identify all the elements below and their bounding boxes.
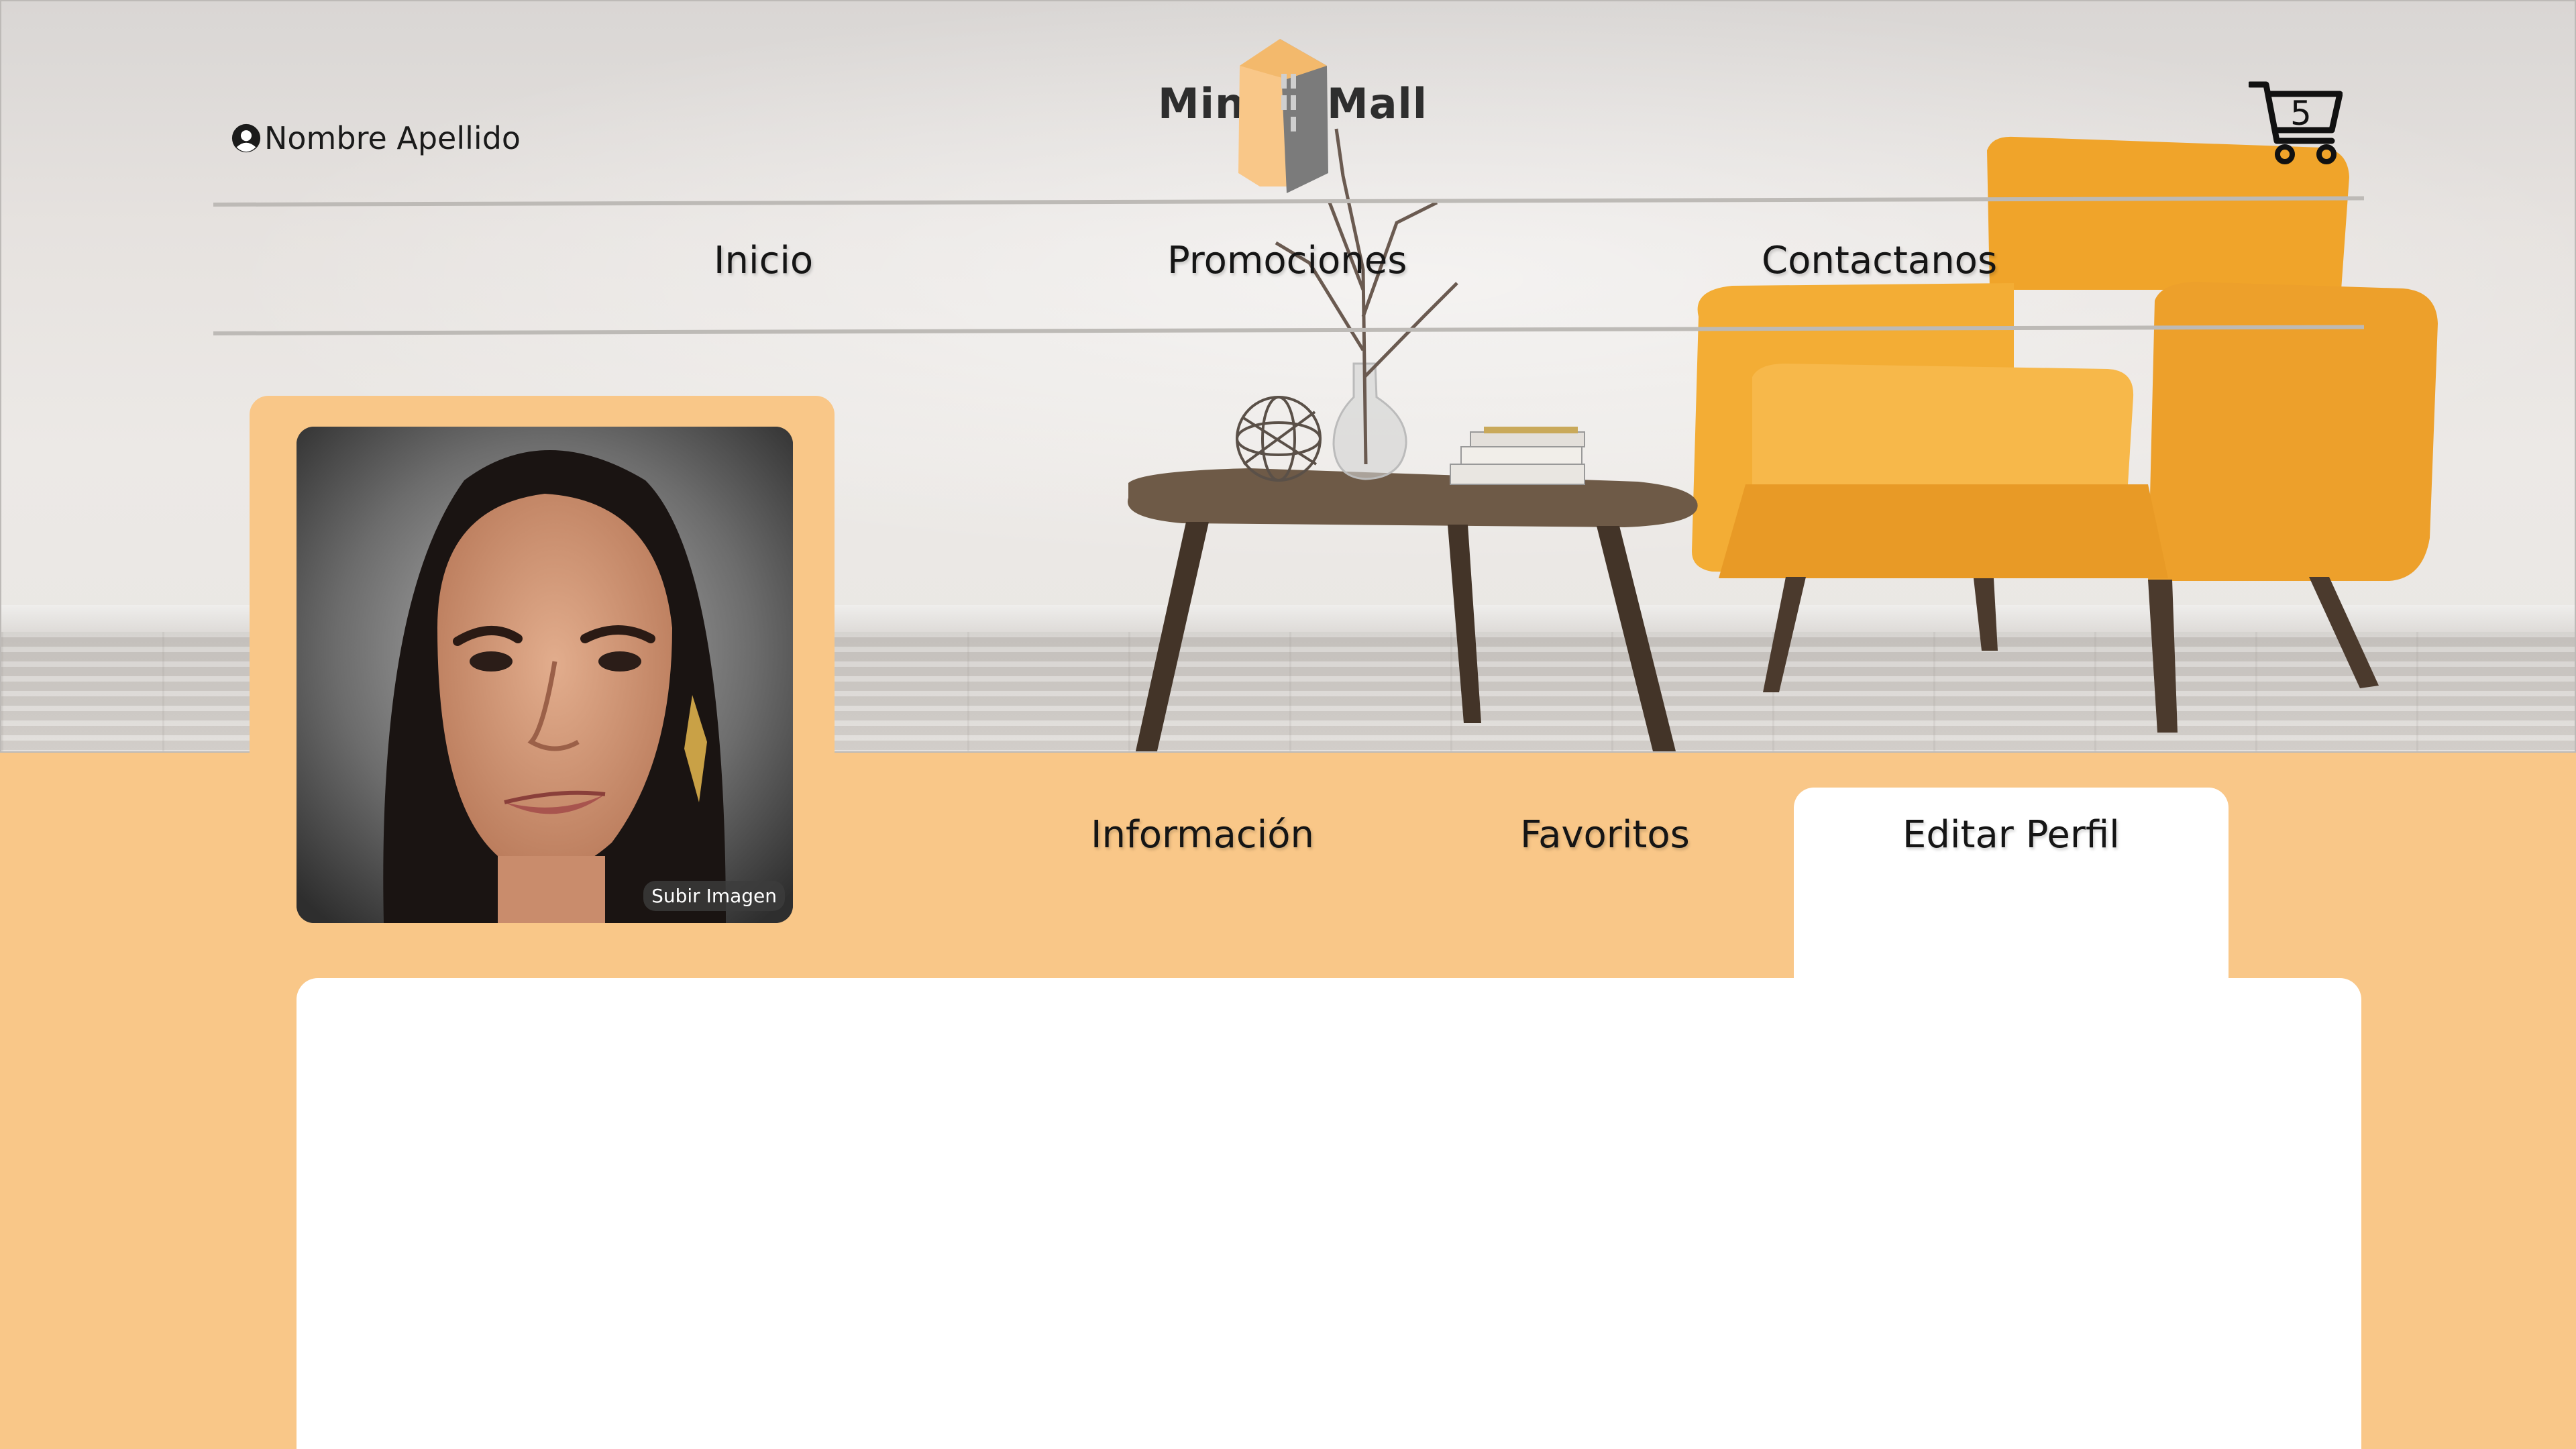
- profile-portrait-illustration: [297, 427, 793, 923]
- tab-editar-perfil[interactable]: Editar Perfil: [1902, 813, 2120, 857]
- profile-photo: Subir Imagen: [297, 427, 793, 923]
- tab-informacion[interactable]: Información: [1091, 813, 1314, 857]
- nav-promociones[interactable]: Promociones: [1167, 239, 1407, 282]
- armchair-illustration: [1692, 136, 2438, 733]
- logo-word-right: Mall: [1327, 79, 1428, 128]
- minimall-logo[interactable]: Mini Mall: [1158, 39, 1427, 193]
- cart-count-badge: 5: [2290, 94, 2312, 133]
- upload-image-button[interactable]: Subir Imagen: [643, 881, 785, 911]
- user-circle-icon: [231, 123, 261, 153]
- tab-content-panel: [297, 978, 2361, 1449]
- shopping-cart-button[interactable]: 5: [2247, 79, 2343, 165]
- user-name: Nombre Apellido: [264, 120, 521, 156]
- wire-sphere-illustration: [1236, 396, 1322, 482]
- building-logo-icon: [1238, 39, 1328, 193]
- nav-contactanos[interactable]: Contactanos: [1762, 239, 1997, 282]
- user-profile-link[interactable]: Nombre Apellido: [231, 118, 521, 158]
- books-illustration: [1450, 427, 1585, 485]
- coffee-table-illustration: [1128, 468, 1698, 751]
- tab-favoritos[interactable]: Favoritos: [1520, 813, 1690, 857]
- nav-inicio[interactable]: Inicio: [714, 239, 813, 282]
